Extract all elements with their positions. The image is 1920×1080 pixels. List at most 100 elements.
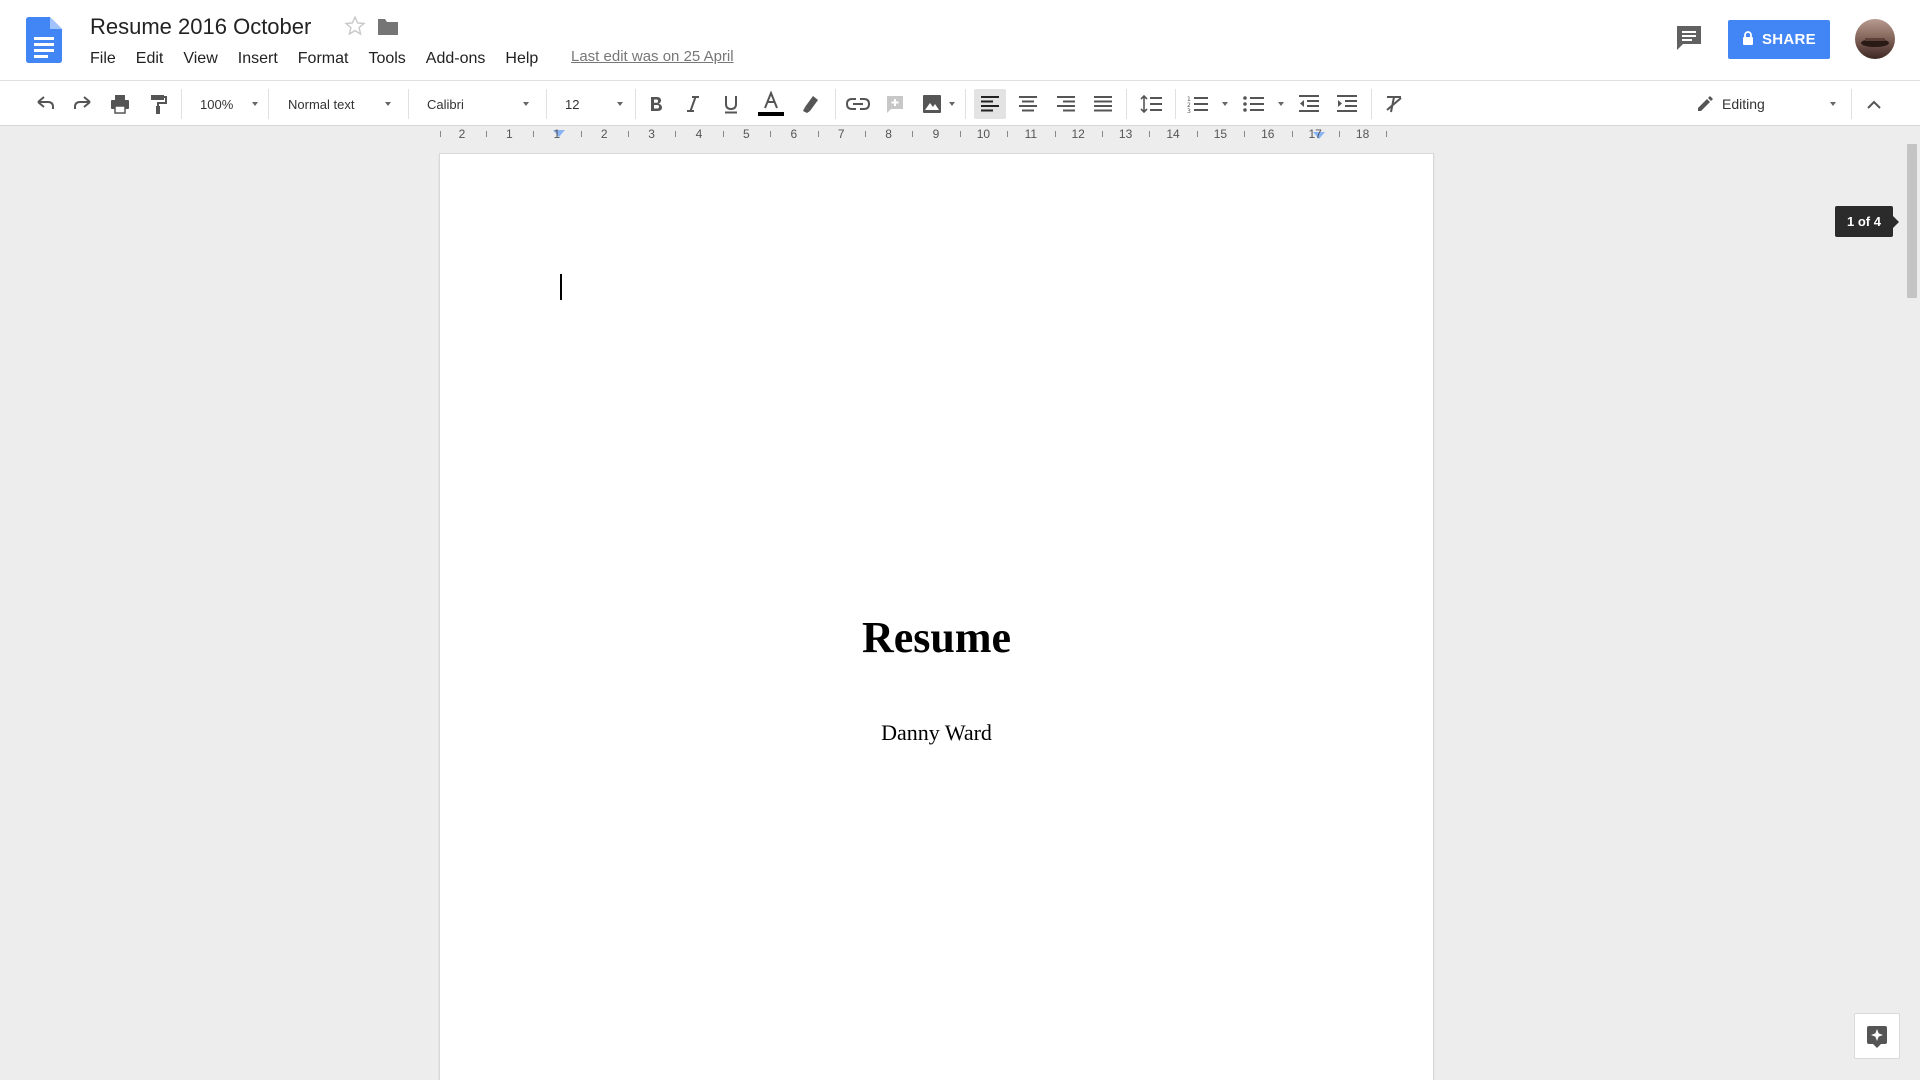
link-icon[interactable] — [843, 89, 873, 119]
font-value: Calibri — [427, 96, 464, 112]
ruler-label: 5 — [743, 127, 750, 141]
decrease-indent-icon[interactable] — [1294, 89, 1324, 119]
menu-bar: File Edit View Insert Format Tools Add-o… — [80, 48, 548, 70]
menu-view[interactable]: View — [173, 48, 227, 70]
italic-icon[interactable] — [679, 89, 707, 119]
increase-indent-icon[interactable] — [1332, 89, 1362, 119]
highlight-icon[interactable] — [796, 89, 824, 119]
ruler-tick — [1291, 131, 1293, 137]
text-color-icon[interactable] — [756, 89, 786, 119]
redo-icon[interactable] — [68, 89, 98, 119]
ruler-tick — [770, 131, 772, 137]
comments-icon[interactable] — [1674, 24, 1704, 52]
ruler-label: 17 — [1308, 127, 1322, 141]
ruler-tick — [1338, 131, 1340, 137]
ruler-label: 12 — [1071, 127, 1085, 141]
last-edit-link[interactable]: Last edit was on 25 April — [571, 48, 734, 65]
ruler-tick — [1386, 131, 1388, 137]
style-select[interactable]: Normal text — [288, 90, 391, 118]
star-icon[interactable] — [343, 14, 367, 38]
font-select[interactable]: Calibri — [427, 90, 529, 118]
explore-icon[interactable] — [1854, 1013, 1900, 1059]
scrollbar-thumb[interactable] — [1907, 144, 1917, 298]
collapse-icon[interactable] — [1859, 89, 1889, 119]
align-right-icon[interactable] — [1051, 89, 1081, 119]
clear-formatting-icon[interactable] — [1379, 89, 1409, 119]
line-spacing-icon[interactable] — [1136, 89, 1166, 119]
chevron-down-icon[interactable] — [1276, 89, 1286, 119]
print-icon[interactable] — [105, 89, 135, 119]
ruler-tick — [580, 131, 582, 137]
editing-mode-select[interactable]: Editing — [1696, 90, 1836, 118]
ruler-label: 1 — [553, 127, 561, 141]
menu-edit[interactable]: Edit — [126, 48, 174, 70]
share-button[interactable]: SHARE — [1728, 20, 1830, 59]
document-title[interactable]: Resume 2016 October — [90, 14, 311, 40]
paint-format-icon[interactable] — [143, 89, 173, 119]
bulleted-list-icon[interactable] — [1239, 89, 1269, 119]
ruler-tick — [912, 131, 914, 137]
ruler-tick — [1054, 131, 1056, 137]
bold-icon[interactable] — [642, 89, 670, 119]
ruler-tick — [1101, 131, 1103, 137]
editing-mode-value: Editing — [1722, 96, 1765, 112]
document-page[interactable]: Resume Danny Ward — [440, 154, 1433, 1080]
chevron-down-icon[interactable] — [947, 89, 957, 119]
ruler-tick — [675, 131, 677, 137]
menu-insert[interactable]: Insert — [228, 48, 288, 70]
ruler-label: 16 — [1261, 127, 1275, 141]
ruler-label: 15 — [1213, 127, 1228, 141]
ruler-label: 9 — [932, 127, 940, 141]
page-indicator: 1 of 4 — [1835, 206, 1899, 237]
chevron-down-icon — [523, 102, 529, 106]
ruler-tick — [1244, 131, 1246, 137]
align-justify-icon[interactable] — [1088, 89, 1118, 119]
folder-icon[interactable] — [376, 16, 400, 38]
ruler-tick — [485, 131, 487, 137]
ruler-label: 7 — [837, 127, 845, 141]
author-name: Danny Ward — [881, 720, 992, 745]
ruler-tick — [1196, 131, 1198, 137]
ruler-tick — [864, 131, 866, 137]
menu-tools[interactable]: Tools — [358, 48, 415, 70]
chevron-down-icon — [1830, 102, 1836, 106]
ruler-tick — [817, 131, 819, 137]
ruler[interactable]: 2 1 1 2 3 4 5 6 7 8 9 10 11 12 13 14 15 16 17 18 — [436, 126, 1436, 142]
undo-icon[interactable] — [30, 89, 60, 119]
ruler-label: 10 — [976, 127, 991, 141]
ruler-tick — [1149, 131, 1151, 137]
ruler-label: 1 — [506, 127, 513, 141]
underline-icon[interactable] — [717, 89, 745, 119]
add-comment-icon[interactable] — [881, 89, 909, 119]
ruler-tick — [533, 131, 535, 137]
scrollbar[interactable] — [1904, 142, 1920, 1080]
ruler-tick — [959, 131, 961, 137]
ruler-label: 2 — [600, 127, 608, 141]
menu-addons[interactable]: Add-ons — [416, 48, 496, 70]
ruler-label: 13 — [1118, 127, 1133, 141]
header: Resume 2016 October File Edit View Inser… — [0, 0, 1920, 80]
docs-logo-icon[interactable] — [26, 17, 62, 63]
chevron-down-icon[interactable] — [1220, 89, 1230, 119]
zoom-select[interactable]: 100% — [200, 90, 258, 118]
ruler-label: 3 — [648, 127, 655, 141]
menu-help[interactable]: Help — [495, 48, 548, 70]
ruler-label: 8 — [885, 127, 892, 141]
align-center-icon[interactable] — [1013, 89, 1043, 119]
menu-format[interactable]: Format — [288, 48, 359, 70]
image-icon[interactable] — [918, 89, 946, 119]
numbered-list-icon[interactable]: 123 — [1183, 89, 1213, 119]
style-value: Normal text — [288, 96, 355, 112]
chevron-down-icon — [252, 102, 258, 106]
font-size-select[interactable]: 12 — [565, 90, 623, 118]
lock-icon — [1742, 30, 1754, 49]
ruler-label: 4 — [695, 127, 703, 141]
ruler-label: 2 — [458, 127, 466, 141]
ruler-tick — [1007, 131, 1009, 137]
ruler-label: 6 — [790, 127, 798, 141]
chevron-down-icon — [385, 102, 391, 106]
font-size-value: 12 — [565, 96, 580, 112]
menu-file[interactable]: File — [80, 48, 126, 70]
align-left-icon[interactable] — [974, 89, 1006, 119]
avatar[interactable] — [1855, 19, 1895, 59]
